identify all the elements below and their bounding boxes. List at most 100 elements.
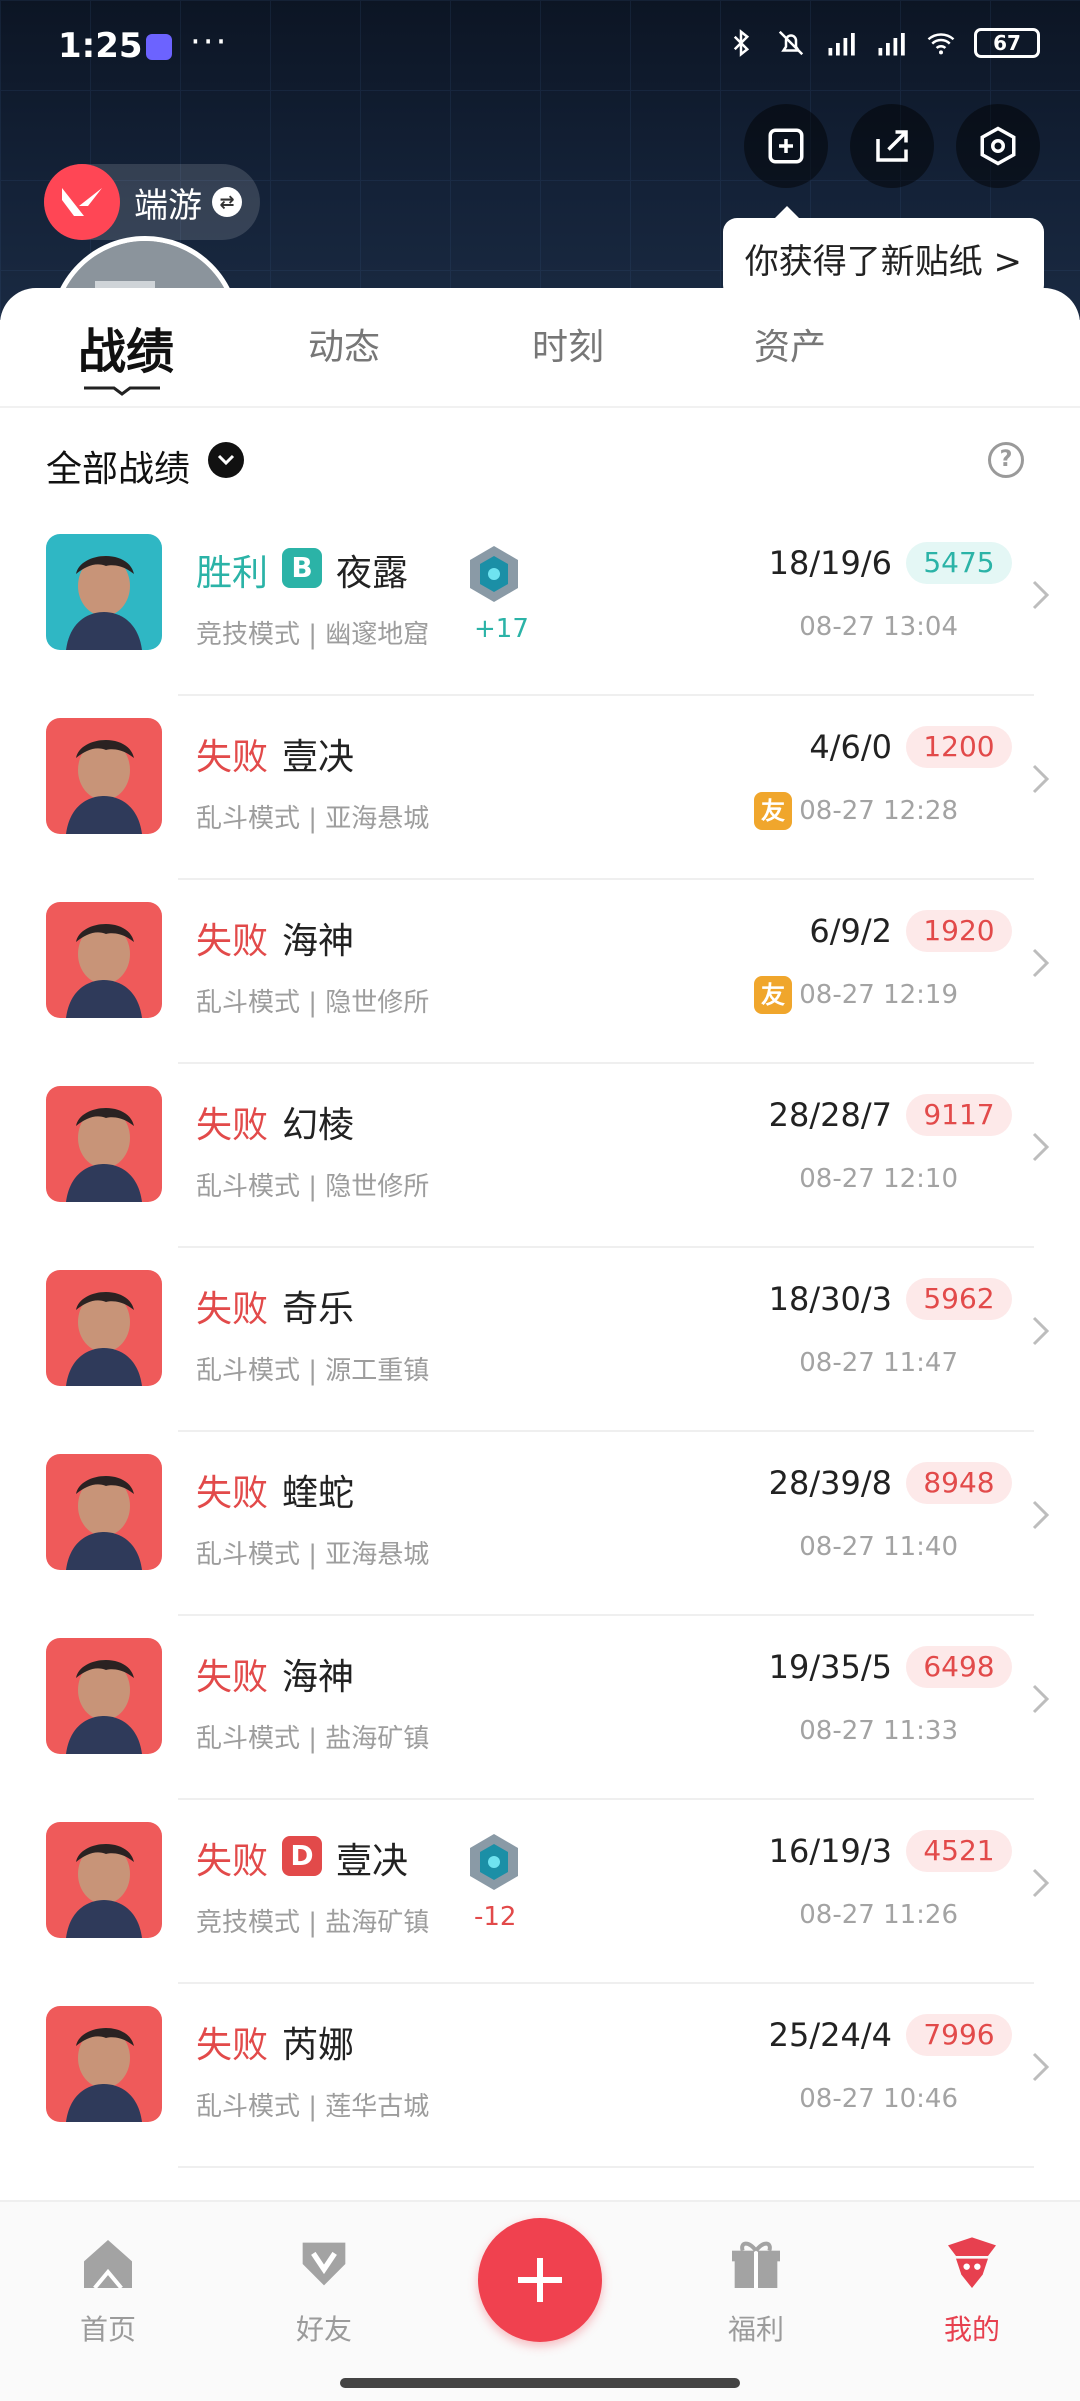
home-indicator: [340, 2378, 740, 2388]
agent-name: 奇乐: [282, 1289, 355, 1330]
friend-badge: 友: [754, 976, 792, 1014]
match-mode-map: 乱斗模式 | 莲华古城: [196, 2092, 430, 2122]
match-row[interactable]: 失败 芮娜 乱斗模式 | 莲华古城 25/24/4 7996 08-27 10:…: [0, 1984, 1080, 2168]
nav-rewards[interactable]: 福利: [696, 2232, 816, 2348]
game-switcher[interactable]: 端游 ⇄: [44, 164, 260, 240]
match-row[interactable]: 失败 幻棱 乱斗模式 | 隐世修所 28/28/7 9117 08-27 12:…: [0, 1064, 1080, 1248]
profile-header: 1:25 ··· 67 你获得了新贴纸 > 端游 ⇄: [0, 0, 1080, 320]
battery-indicator: 67: [974, 28, 1040, 58]
rank-rating-change: -12: [474, 1902, 517, 1932]
match-row[interactable]: 胜利 B 夜露 竞技模式 | 幽邃地窟 +17 18/19/6 5475 08-…: [0, 512, 1080, 696]
chevron-right-icon: [1032, 1500, 1050, 1530]
combat-score-badge: 5475: [906, 542, 1012, 584]
kda-stat: 16/19/3: [768, 1832, 892, 1870]
combat-score-badge: 4521: [906, 1830, 1012, 1872]
nav-home[interactable]: 首页: [48, 2232, 168, 2348]
chevron-right-icon: [1032, 948, 1050, 978]
combat-score-badge: 1200: [906, 726, 1012, 768]
gift-icon: [732, 2241, 780, 2288]
agent-portrait: [46, 2006, 162, 2122]
nav-home-label: 首页: [79, 2313, 136, 2346]
agent-name: 壹决: [336, 1841, 409, 1882]
match-row[interactable]: 失败 壹决 乱斗模式 | 亚海悬城 4/6/0 1200 友 08-27 12:…: [0, 696, 1080, 880]
nav-profile[interactable]: 我的: [912, 2232, 1032, 2348]
chevron-right-icon: [1032, 580, 1050, 610]
match-row[interactable]: 失败 奇乐 乱斗模式 | 源工重镇 18/30/3 5962 08-27 11:…: [0, 1248, 1080, 1432]
kda-stat: 18/19/6: [768, 544, 892, 582]
tab-bar: 战绩 动态 时刻 资产: [0, 288, 1080, 408]
create-post-button[interactable]: [478, 2218, 602, 2342]
match-datetime: 08-27 11:26: [799, 1900, 958, 1930]
match-mode-map: 乱斗模式 | 亚海悬城: [196, 804, 430, 834]
agent-portrait: [46, 718, 162, 834]
more-notifications-icon: ···: [190, 22, 229, 62]
match-mode-map: 乱斗模式 | 隐世修所: [196, 988, 430, 1018]
notification-app-icon: [146, 34, 172, 60]
agent-name: 夜露: [336, 553, 409, 594]
agent-portrait: [46, 534, 162, 650]
wifi-icon: [927, 33, 955, 55]
chevron-down-icon[interactable]: [208, 442, 244, 478]
match-datetime: 08-27 12:19: [799, 980, 958, 1010]
share-button[interactable]: [850, 104, 934, 188]
match-row[interactable]: 失败 海神 乱斗模式 | 隐世修所 6/9/2 1920 友 08-27 12:…: [0, 880, 1080, 1064]
agent-portrait: [46, 1822, 162, 1938]
match-mode-map: 乱斗模式 | 盐海矿镇: [196, 1724, 430, 1754]
tab-feed[interactable]: 动态: [308, 318, 380, 370]
combat-score-badge: 8948: [906, 1462, 1012, 1504]
share-icon: [876, 130, 908, 162]
combat-score-badge: 6498: [906, 1646, 1012, 1688]
rank-badge: D: [282, 1836, 322, 1876]
match-result: 失败: [196, 2025, 269, 2066]
match-result: 失败: [196, 1657, 269, 1698]
swap-icon: ⇄: [212, 187, 242, 217]
match-datetime: 08-27 10:46: [799, 2084, 958, 2114]
tab-records[interactable]: 战绩: [78, 312, 174, 382]
nav-rewards-label: 福利: [727, 2313, 784, 2346]
new-sticker-tooltip[interactable]: 你获得了新贴纸 >: [722, 206, 1044, 299]
match-row[interactable]: 失败 蝰蛇 乱斗模式 | 亚海悬城 28/39/8 8948 08-27 11:…: [0, 1432, 1080, 1616]
sticker-button[interactable]: [744, 104, 828, 188]
filter-dropdown-label[interactable]: 全部战绩: [46, 440, 190, 492]
match-datetime: 08-27 13:04: [799, 612, 958, 642]
agent-name: 蝰蛇: [282, 1473, 355, 1514]
match-mode-map: 乱斗模式 | 隐世修所: [196, 1172, 430, 1202]
match-list: 胜利 B 夜露 竞技模式 | 幽邃地窟 +17 18/19/6 5475 08-…: [0, 512, 1080, 2168]
game-name: 端游: [134, 185, 202, 226]
nav-friends[interactable]: 好友: [264, 2232, 384, 2348]
agent-name: 芮娜: [282, 2025, 355, 2066]
settings-hex-icon: [980, 126, 1016, 166]
match-datetime: 08-27 11:40: [799, 1532, 958, 1562]
chevron-right-icon: [1032, 1316, 1050, 1346]
friend-badge: 友: [754, 792, 792, 830]
header-actions: [744, 104, 1040, 188]
signal-icon-1: [828, 33, 855, 56]
match-row[interactable]: 失败 海神 乱斗模式 | 盐海矿镇 19/35/5 6498 08-27 11:…: [0, 1616, 1080, 1800]
combat-score-badge: 9117: [906, 1094, 1012, 1136]
kda-stat: 28/28/7: [768, 1096, 892, 1134]
nav-profile-label: 我的: [943, 2313, 1000, 2346]
match-result: 失败: [196, 1105, 269, 1146]
match-datetime: 08-27 12:28: [799, 796, 958, 826]
signal-icon-2: [878, 33, 905, 56]
kda-stat: 19/35/5: [768, 1648, 892, 1686]
status-bar: 1:25 ··· 67: [0, 0, 1080, 100]
profile-icon: [948, 2237, 996, 2288]
tab-assets[interactable]: 资产: [754, 318, 826, 370]
match-mode-map: 竞技模式 | 盐海矿镇: [196, 1908, 430, 1938]
match-result: 胜利: [196, 553, 269, 594]
tab-moments[interactable]: 时刻: [532, 318, 604, 370]
bluetooth-icon: [733, 29, 750, 57]
home-icon: [84, 2240, 132, 2290]
settings-button[interactable]: [956, 104, 1040, 188]
match-row[interactable]: 失败 D 壹决 竞技模式 | 盐海矿镇 -12 16/19/3 4521 08-…: [0, 1800, 1080, 1984]
help-icon[interactable]: ?: [988, 442, 1024, 478]
match-result: 失败: [196, 1289, 269, 1330]
agent-portrait: [46, 1454, 162, 1570]
match-result: 失败: [196, 1841, 269, 1882]
agent-portrait: [46, 902, 162, 1018]
rank-emblem-icon: [470, 546, 518, 602]
match-datetime: 08-27 11:33: [799, 1716, 958, 1746]
combat-score-badge: 1920: [906, 910, 1012, 952]
kda-stat: 28/39/8: [768, 1464, 892, 1502]
